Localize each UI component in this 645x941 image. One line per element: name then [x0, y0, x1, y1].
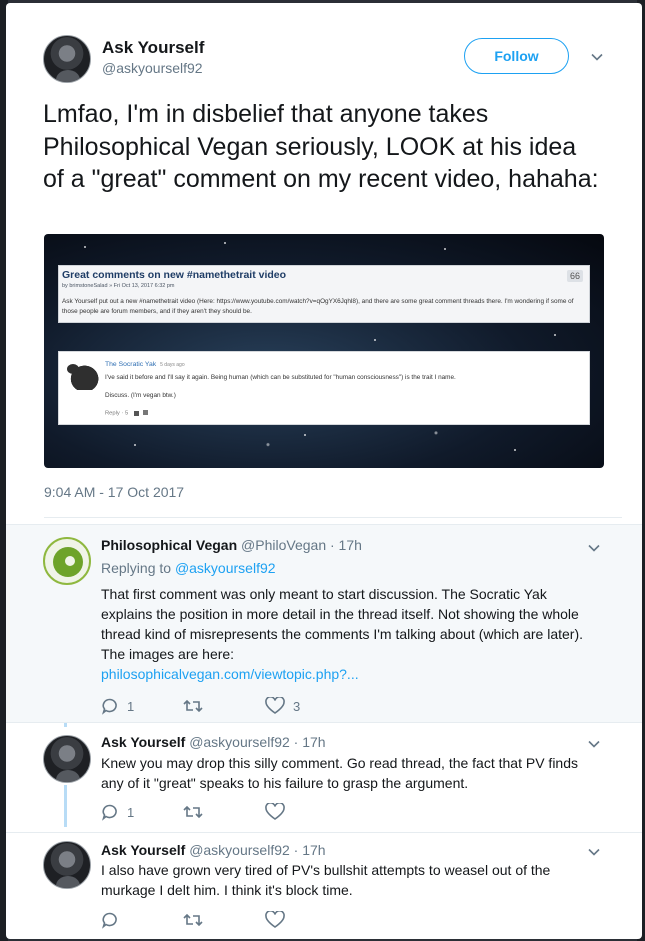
- avatar[interactable]: [43, 735, 91, 783]
- reply-author-line: Ask Yourself @askyourself92 · 17h: [101, 842, 326, 858]
- avatar[interactable]: [43, 35, 91, 83]
- reply-author-handle[interactable]: @PhiloVegan · 17h: [241, 537, 362, 553]
- reply-action[interactable]: [101, 911, 183, 929]
- chevron-down-icon[interactable]: [588, 738, 600, 750]
- reply-tweet[interactable]: Ask Yourself @askyourself92 · 17h Knew y…: [6, 722, 642, 832]
- reply-author-name[interactable]: Philosophical Vegan: [101, 537, 237, 553]
- follow-button[interactable]: Follow: [464, 38, 569, 74]
- chevron-down-icon[interactable]: [588, 846, 600, 858]
- main-tweet-header: Ask Yourself @askyourself92 Follow: [43, 35, 622, 85]
- reply-actions: 1 3: [101, 696, 300, 716]
- forum-comment: The Socratic Yak 5 days ago I've said it …: [58, 351, 590, 425]
- tweet-image[interactable]: Great comments on new #namethetrait vide…: [44, 234, 604, 468]
- retweet-icon: [183, 699, 203, 713]
- tweet-text: Lmfao, I'm in disbelief that anyone take…: [43, 100, 599, 193]
- reply-actions: 1: [101, 802, 293, 822]
- reply-icon: [102, 698, 117, 715]
- comment-author: The Socratic Yak 5 days ago: [105, 361, 185, 368]
- forum-post: Great comments on new #namethetrait vide…: [58, 265, 590, 323]
- quote-icon: 66: [567, 270, 583, 282]
- tweet-card: Ask Yourself @askyourself92 Follow Lmfao…: [6, 3, 642, 939]
- reply-text: Knew you may drop this silly comment. Go…: [101, 755, 579, 791]
- avatar[interactable]: [43, 537, 91, 585]
- reply-tweet[interactable]: Ask Yourself @askyourself92 · 17h I also…: [6, 832, 642, 939]
- author-name[interactable]: Ask Yourself: [102, 38, 204, 58]
- like-action[interactable]: 3: [265, 697, 300, 715]
- thumbs-icon: [133, 410, 148, 416]
- retweet-action[interactable]: [183, 698, 265, 714]
- heart-icon: [265, 803, 285, 820]
- like-action[interactable]: [265, 911, 293, 929]
- reply-link[interactable]: philosophicalvegan.com/viewtopic.php?...: [101, 664, 601, 684]
- reply-author-name[interactable]: Ask Yourself: [101, 842, 185, 858]
- retweet-icon: [183, 805, 203, 819]
- like-count: 3: [293, 698, 301, 714]
- author-handle[interactable]: @askyourself92: [102, 60, 203, 76]
- reply-count: 1: [127, 698, 135, 714]
- heart-icon: [265, 697, 285, 714]
- replying-to: Replying to @askyourself92: [101, 560, 276, 576]
- reply-author-handle[interactable]: @askyourself92 · 17h: [189, 734, 325, 750]
- reply-tweet[interactable]: Philosophical Vegan @PhiloVegan · 17h Re…: [6, 524, 642, 722]
- reply-action[interactable]: 1: [101, 697, 183, 715]
- reply-author-handle[interactable]: @askyourself92 · 17h: [189, 842, 325, 858]
- chevron-down-icon[interactable]: [588, 542, 600, 554]
- reply-count: 1: [127, 804, 135, 820]
- reply-text: I also have grown very tired of PV's bul…: [101, 862, 551, 898]
- like-action[interactable]: [265, 803, 293, 821]
- comment-time: 5 days ago: [160, 362, 185, 368]
- retweet-icon: [183, 913, 203, 927]
- chevron-down-icon[interactable]: [591, 51, 603, 63]
- forum-post-title: Great comments on new #namethetrait vide…: [62, 269, 287, 281]
- reply-author-line: Philosophical Vegan @PhiloVegan · 17h: [101, 537, 362, 553]
- divider: [44, 517, 622, 518]
- reply-action[interactable]: 1: [101, 803, 183, 821]
- reply-author-name[interactable]: Ask Yourself: [101, 734, 185, 750]
- avatar[interactable]: [43, 841, 91, 889]
- replying-to-link[interactable]: @askyourself92: [175, 560, 276, 576]
- comment-text: I've said it before and I'll say it agai…: [105, 374, 456, 381]
- comment-reply: Reply · 5: [105, 409, 151, 417]
- reply-author-line: Ask Yourself @askyourself92 · 17h: [101, 734, 326, 750]
- reply-icon: [102, 912, 117, 929]
- comment-text-2: Discuss. (I'm vegan btw.): [105, 392, 176, 399]
- yak-avatar-icon: [67, 362, 99, 390]
- retweet-action[interactable]: [183, 804, 265, 820]
- tweet-timestamp[interactable]: 9:04 AM - 17 Oct 2017: [44, 484, 184, 500]
- heart-icon: [265, 911, 285, 928]
- forum-post-meta: by brimstoneSalad » Fri Oct 13, 2017 6:3…: [62, 283, 175, 289]
- reply-icon: [102, 804, 117, 821]
- retweet-action[interactable]: [183, 912, 265, 928]
- reply-text: That first comment was only meant to sta…: [101, 584, 601, 684]
- forum-post-body: Ask Yourself put out a new #namethetrait…: [62, 298, 574, 315]
- reply-actions: [101, 910, 293, 930]
